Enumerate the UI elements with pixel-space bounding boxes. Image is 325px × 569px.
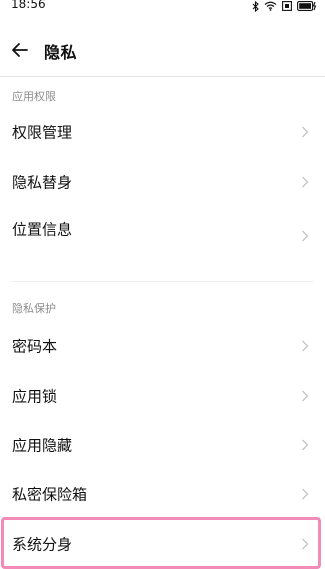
battery-charging-icon	[297, 1, 317, 11]
status-time: 18:56	[11, 0, 46, 11]
list-item-label: 应用锁	[12, 387, 58, 406]
chevron-right-icon	[302, 340, 309, 352]
arrow-left-icon	[12, 43, 28, 57]
list-item-label: 私密保险箱	[12, 485, 88, 504]
section-label-privacy-protection: 隐私保护	[12, 302, 56, 315]
header-divider	[0, 76, 325, 77]
list-item-label: 应用隐藏	[12, 436, 73, 455]
wifi-icon	[264, 1, 277, 11]
back-button[interactable]	[8, 38, 32, 62]
list-item-label: 密码本	[12, 337, 58, 356]
chevron-right-icon	[302, 439, 309, 451]
list-item-label: 位置信息	[12, 220, 73, 239]
chevron-right-icon	[302, 176, 309, 188]
list-item-system-clone[interactable]: 系统分身	[0, 520, 325, 568]
chevron-right-icon	[302, 390, 309, 402]
chevron-right-icon	[302, 488, 309, 500]
page-title: 隐私	[44, 43, 78, 62]
list-item-location-info[interactable]: 位置信息	[0, 205, 325, 265]
list-item-private-safe[interactable]: 私密保险箱	[0, 470, 325, 518]
bluetooth-icon	[252, 0, 259, 12]
sim-icon	[282, 1, 292, 11]
header: 隐私	[0, 32, 325, 68]
list-item-privacy-substitute[interactable]: 隐私替身	[0, 158, 325, 206]
list-item-label: 系统分身	[12, 535, 73, 554]
list-item-password-book[interactable]: 密码本	[0, 322, 325, 370]
list-item-label: 权限管理	[12, 123, 73, 142]
list-item-permission-management[interactable]: 权限管理	[0, 108, 325, 156]
chevron-right-icon	[302, 230, 309, 242]
chevron-right-icon	[302, 126, 309, 138]
chevron-right-icon	[302, 538, 309, 550]
section-label-app-permissions: 应用权限	[12, 90, 56, 103]
list-item-app-lock[interactable]: 应用锁	[0, 372, 325, 420]
status-bar: 18:56	[0, 0, 325, 14]
section-divider	[12, 281, 313, 282]
status-icons	[252, 0, 317, 12]
list-item-label: 隐私替身	[12, 173, 73, 192]
list-item-app-hide[interactable]: 应用隐藏	[0, 421, 325, 469]
